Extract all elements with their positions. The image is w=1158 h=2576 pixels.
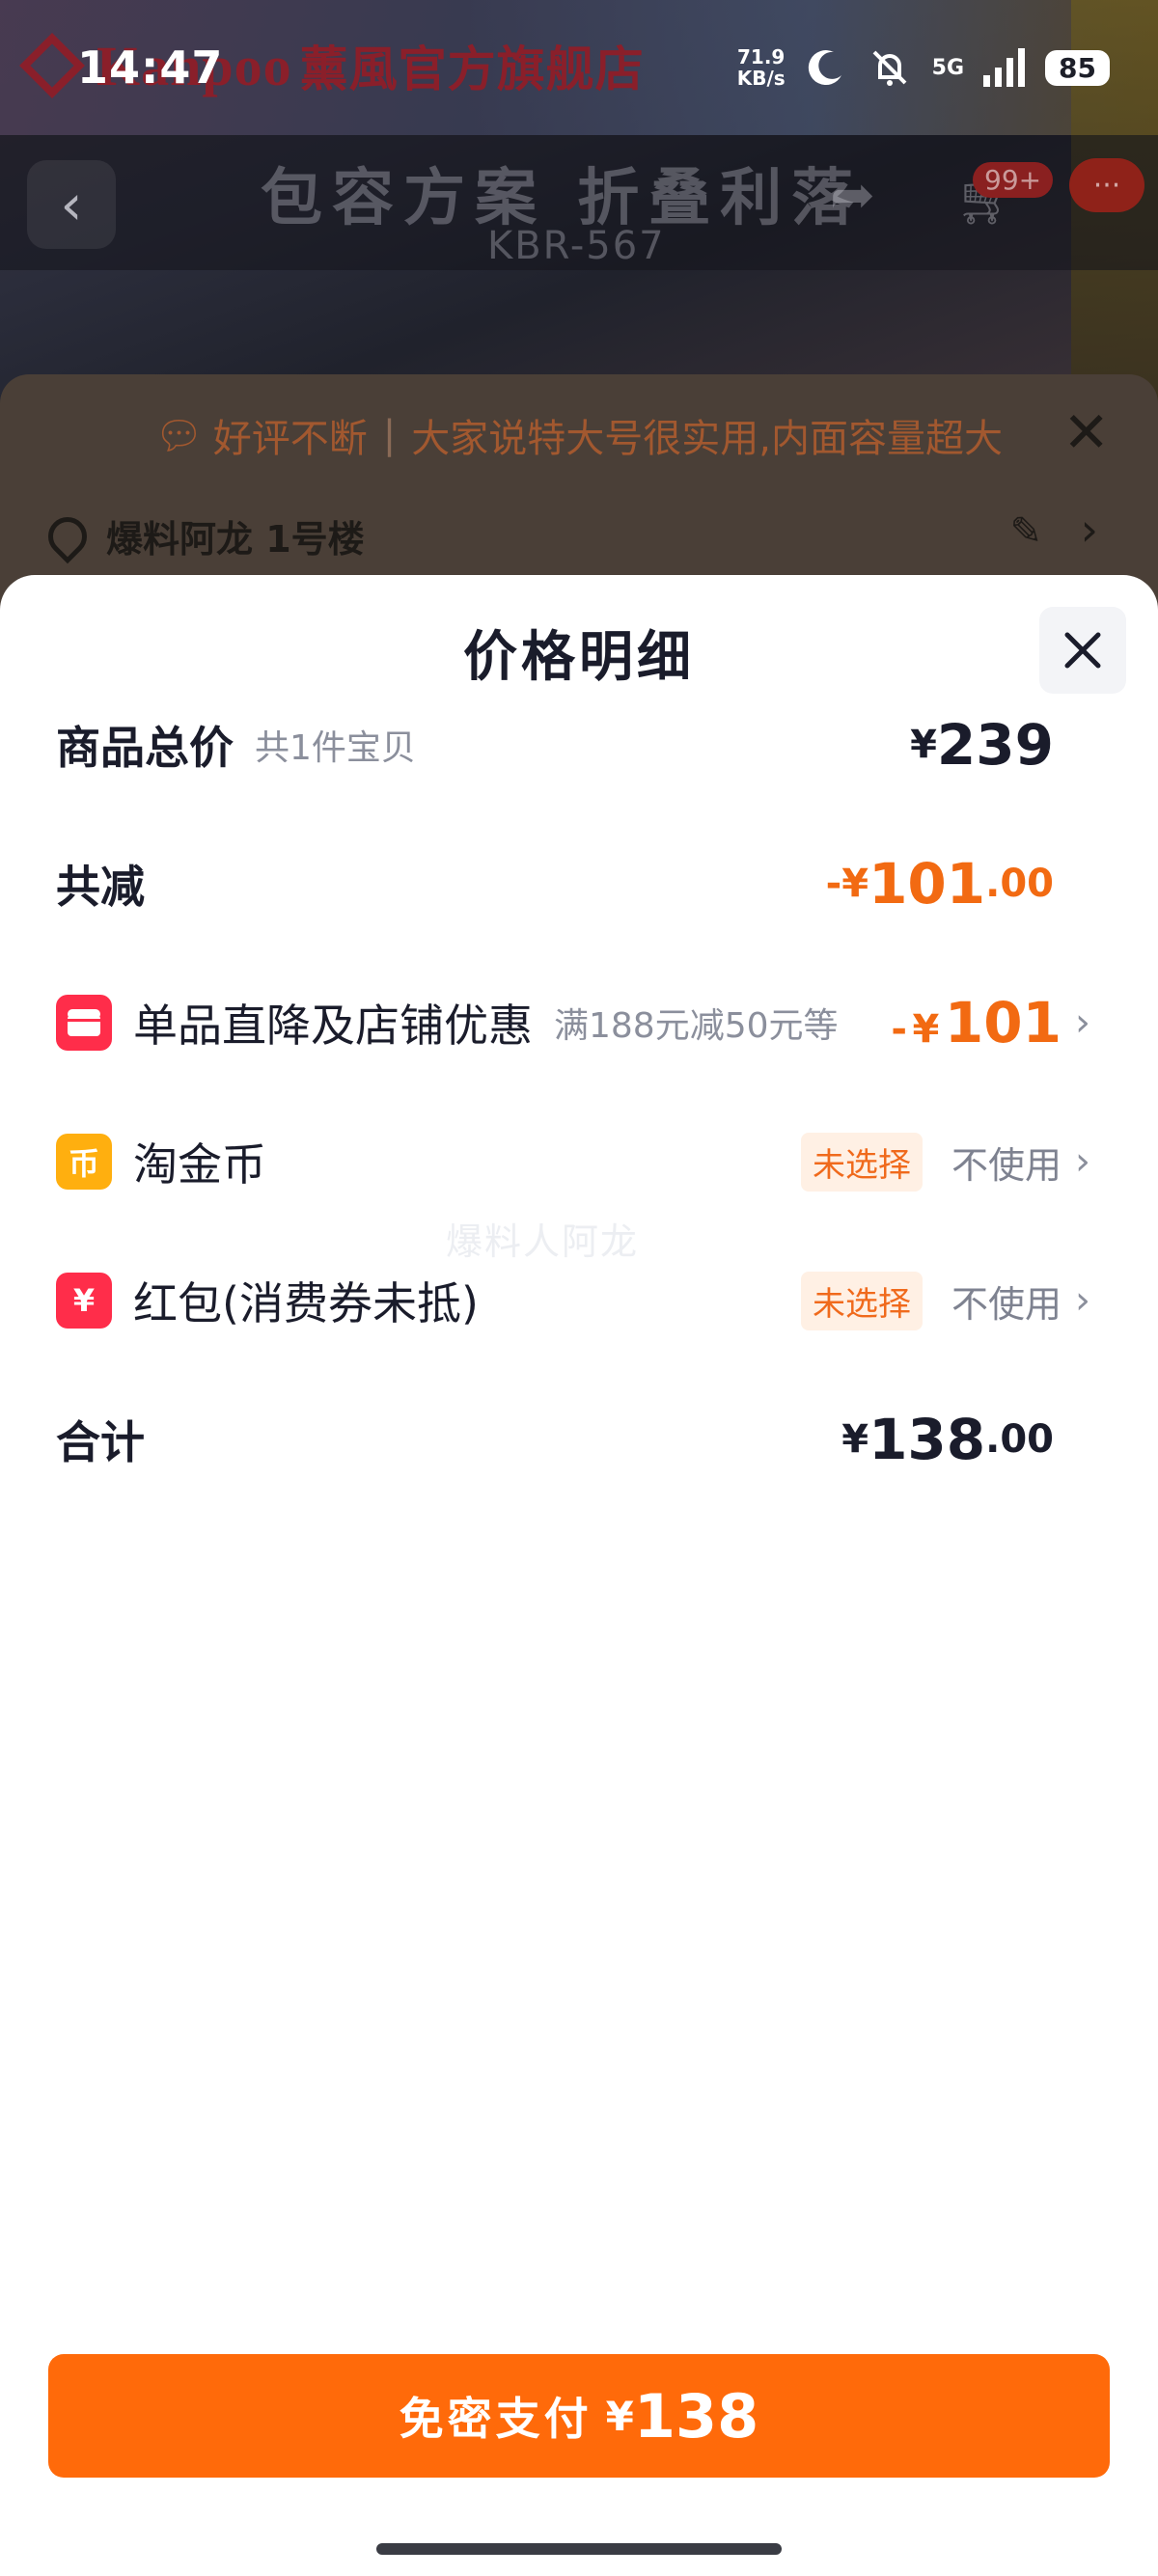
red-packet-value-group: 未选择 不使用 › bbox=[800, 1271, 1090, 1330]
price-detail-sheet: 价格明细 商品总价 共1件宝贝 ¥ 239 共减 - ¥ 101 .00 单品直… bbox=[0, 575, 1158, 2576]
grand-total-label: 合计 bbox=[56, 1416, 145, 1468]
pay-button-amount: 138 bbox=[633, 2380, 759, 2452]
network-speed: 71.9 KB/s bbox=[737, 46, 786, 89]
discount-sum-currency: ¥ bbox=[841, 862, 869, 906]
network-speed-value: 71.9 bbox=[737, 45, 786, 69]
review-banner: 💬︎ 好评不断 | 大家说特大号很实用,内面容量超大 bbox=[154, 407, 1003, 463]
signal-bars-icon bbox=[983, 48, 1026, 87]
message-icon[interactable]: ··· bbox=[1069, 158, 1144, 212]
grand-total-value: ¥ 138 .00 bbox=[841, 1407, 1054, 1472]
back-arrow-icon[interactable]: ‹ bbox=[27, 160, 116, 249]
total-price-label: 商品总价 bbox=[56, 722, 234, 774]
banner-close-icon[interactable]: ✕ bbox=[1062, 399, 1110, 465]
store-discount-amount: 101 bbox=[944, 990, 1062, 1055]
address-chevron-right-icon: › bbox=[1080, 504, 1098, 556]
tao-coin-value-group: 未选择 不使用 › bbox=[800, 1132, 1090, 1192]
tao-coin-row[interactable]: 币 淘金币 未选择 不使用 › bbox=[56, 1113, 1090, 1210]
location-pin-icon bbox=[40, 508, 96, 563]
red-packet-label: 红包(消费券未抵) bbox=[133, 1277, 479, 1329]
network-speed-unit: KB/s bbox=[736, 67, 786, 90]
sheet-title: 价格明细 bbox=[463, 626, 695, 689]
discount-sum-decimals: .00 bbox=[985, 862, 1054, 906]
watermark: 爆料人阿龙 bbox=[446, 1220, 640, 1263]
address-row[interactable]: 爆料阿龙 1号楼 bbox=[40, 508, 365, 563]
red-packet-icon: ¥ bbox=[56, 1273, 112, 1329]
review-banner-label: 好评不断 bbox=[212, 417, 368, 461]
grand-total-decimals: .00 bbox=[985, 1417, 1054, 1462]
product-top-nav: ‹ 包容方案 折叠利落 KBR-567 ➦ 🛒︎ 99+ ··· bbox=[0, 135, 1158, 270]
red-packet-status-badge: 未选择 bbox=[800, 1271, 923, 1330]
red-packet-row[interactable]: ¥ 红包(消费券未抵) 未选择 不使用 › bbox=[56, 1252, 1090, 1349]
home-indicator[interactable] bbox=[376, 2543, 782, 2555]
coin-icon: 币 bbox=[56, 1134, 112, 1190]
grand-total-amount: 138 bbox=[868, 1407, 986, 1472]
total-price-currency: ¥ bbox=[910, 723, 937, 767]
grand-total-currency: ¥ bbox=[841, 1417, 869, 1462]
tao-coin-action[interactable]: 不使用 bbox=[951, 1136, 1062, 1189]
status-icons: 71.9 KB/s 5G 85 bbox=[737, 44, 1110, 91]
discount-sum-amount: 101 bbox=[868, 851, 986, 917]
review-banner-text: 大家说特大号很实用,内面容量超大 bbox=[411, 417, 1003, 461]
pay-button-label: 免密支付 bbox=[399, 2393, 593, 2445]
pay-button[interactable]: 免密支付 ¥ 138 bbox=[48, 2354, 1110, 2478]
review-banner-divider: | bbox=[382, 413, 397, 457]
status-time: 14:47 bbox=[77, 41, 224, 94]
discount-sum-value: - ¥ 101 .00 bbox=[826, 851, 1054, 917]
edit-pencil-icon[interactable]: ✎ bbox=[1009, 509, 1042, 554]
store-coupon-icon bbox=[56, 995, 112, 1051]
chat-bubble-icon: 💬︎ bbox=[154, 413, 204, 458]
do-not-disturb-moon-icon bbox=[808, 50, 841, 86]
cart-badge: 99+ bbox=[973, 162, 1054, 198]
chevron-right-icon: › bbox=[1075, 1139, 1090, 1184]
store-discount-value: - ¥ 101 bbox=[891, 990, 1062, 1055]
address-text: 爆料阿龙 1号楼 bbox=[106, 518, 365, 561]
grand-total-row: 合计 ¥ 138 .00 bbox=[56, 1391, 1090, 1488]
discount-sum-sign: - bbox=[825, 862, 842, 906]
tao-coin-status-badge: 未选择 bbox=[800, 1132, 923, 1192]
shop-icon bbox=[68, 1009, 100, 1036]
discount-sum-label: 共减 bbox=[56, 861, 145, 913]
chevron-right-icon: › bbox=[1075, 1278, 1090, 1323]
store-discount-row[interactable]: 单品直降及店铺优惠 满188元减50元等 - ¥ 101 › bbox=[56, 974, 1090, 1071]
close-button[interactable] bbox=[1039, 607, 1126, 694]
discount-sum-row: 共减 - ¥ 101 .00 bbox=[56, 836, 1090, 932]
battery-level: 85 bbox=[1045, 49, 1110, 86]
close-icon bbox=[1064, 632, 1101, 669]
network-type: 5G bbox=[931, 55, 965, 80]
share-icon[interactable]: ➦ bbox=[830, 164, 875, 227]
total-price-value: ¥ 239 bbox=[910, 712, 1054, 778]
store-discount-currency: ¥ bbox=[912, 1007, 940, 1052]
hero-model: KBR-567 bbox=[487, 224, 666, 268]
store-discount-value-group: - ¥ 101 › bbox=[891, 990, 1090, 1055]
total-price-row: 商品总价 共1件宝贝 ¥ 239 bbox=[56, 697, 1090, 793]
chevron-right-icon: › bbox=[1075, 1000, 1090, 1045]
store-discount-label: 单品直降及店铺优惠 bbox=[133, 1000, 533, 1052]
pay-button-currency: ¥ bbox=[605, 2392, 634, 2440]
item-count-note: 共1件宝贝 bbox=[255, 728, 416, 768]
store-discount-note: 满188元减50元等 bbox=[554, 1006, 839, 1046]
tao-coin-label: 淘金币 bbox=[133, 1138, 266, 1191]
mute-bell-icon bbox=[872, 50, 907, 86]
total-price-amount: 239 bbox=[936, 712, 1054, 778]
status-bar: 14:47 71.9 KB/s 5G 85 bbox=[0, 0, 1158, 135]
red-packet-action[interactable]: 不使用 bbox=[951, 1274, 1062, 1328]
store-discount-sign: - bbox=[891, 1007, 907, 1052]
